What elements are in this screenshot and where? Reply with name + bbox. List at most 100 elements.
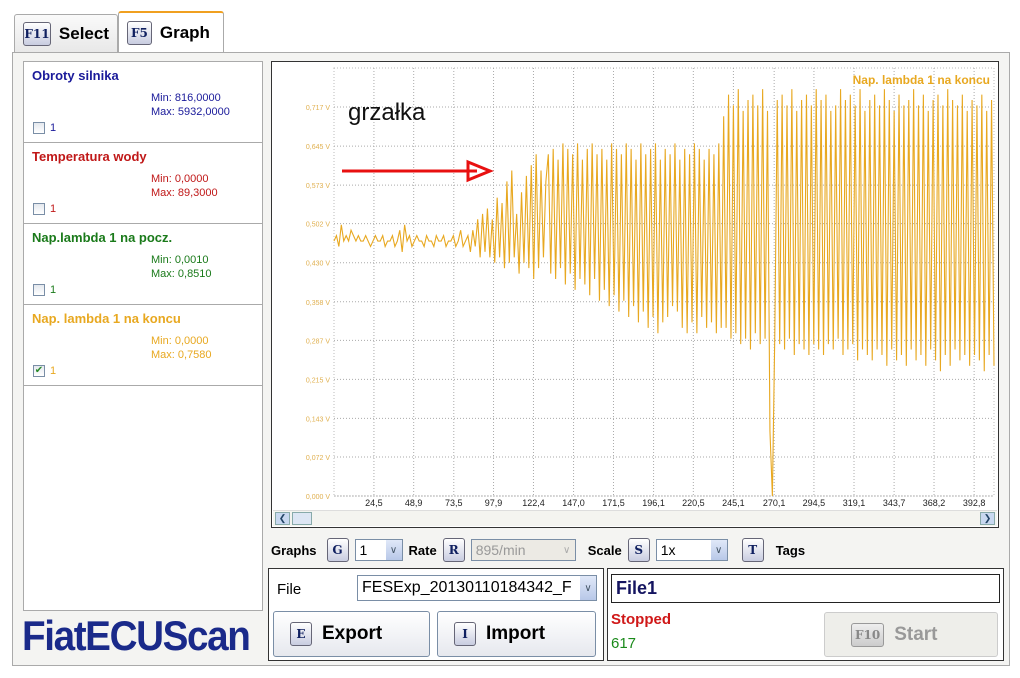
scroll-left-icon[interactable]: ❮ xyxy=(275,512,290,525)
scale-label: Scale xyxy=(587,542,622,558)
graphs-key[interactable]: G xyxy=(326,538,349,562)
signal-name: Nap. lambda 1 na koncu xyxy=(32,311,181,326)
status-state: Stopped xyxy=(611,611,671,628)
chart: 0,000 V 0,072 V 0,143 V 0,215 V 0,287 V 0,358… xyxy=(306,67,995,508)
signal-name: Nap.lambda 1 na pocz. xyxy=(32,230,173,245)
horizontal-scrollbar[interactable]: ❮ ❯ xyxy=(273,510,997,526)
signal-checkbox[interactable]: 1 xyxy=(33,284,56,296)
signal-max: Max: 5932,0000 xyxy=(151,106,230,118)
signal-name: Temperatura wody xyxy=(32,149,147,164)
scroll-right-icon[interactable]: ❯ xyxy=(980,512,995,525)
x-tick-label: 196,1 xyxy=(642,498,665,508)
import-label: Import xyxy=(486,623,546,644)
y-tick-label: 0,215 V xyxy=(306,377,330,384)
status-panel: File1 Stopped 617 F10 Start xyxy=(607,568,1004,661)
graph-panel: 0,000 V 0,072 V 0,143 V 0,215 V 0,287 V 0,358… xyxy=(271,61,999,528)
signal-item: Nap.lambda 1 na pocz. Min: 0,0010 Max: 0,… xyxy=(24,224,262,305)
tab-select[interactable]: F11 Select xyxy=(14,14,118,52)
import-key: I xyxy=(454,622,476,646)
y-tick-label: 0,000 V xyxy=(306,494,330,501)
signal-min: Min: 0,0000 xyxy=(151,173,209,185)
signal-max: Max: 0,7580 xyxy=(151,349,212,361)
rate-label: Rate xyxy=(408,542,437,558)
signal-checkbox[interactable]: 1 xyxy=(33,203,56,215)
signal-checkbox-label: 1 xyxy=(50,122,57,134)
rate-select[interactable]: 895/min ∨ xyxy=(470,539,576,561)
scale-select[interactable]: 1x ∨ xyxy=(655,539,728,561)
rate-key[interactable]: R xyxy=(442,538,465,562)
import-button[interactable]: I Import xyxy=(437,611,596,657)
y-tick-label: 0,287 V xyxy=(306,338,330,345)
x-tick-label: 97,9 xyxy=(485,498,503,508)
checkbox-icon[interactable] xyxy=(33,284,45,296)
x-tick-label: 294,5 xyxy=(803,498,826,508)
start-button[interactable]: F10 Start xyxy=(824,612,998,657)
signal-min: Min: 0,0010 xyxy=(151,254,209,266)
checkbox-icon[interactable] xyxy=(33,203,45,215)
y-tick-label: 0,430 V xyxy=(306,261,330,268)
signal-checkbox[interactable]: ✔ 1 xyxy=(33,365,56,377)
export-button[interactable]: E Export xyxy=(273,611,430,657)
start-key: F10 xyxy=(851,622,885,647)
signal-checkbox-label: 1 xyxy=(50,203,57,215)
x-tick-label: 368,2 xyxy=(923,498,946,508)
file-value: FESExp_20130110184342_F xyxy=(362,579,572,596)
scroll-thumb[interactable] xyxy=(292,512,312,525)
graphs-value: 1 xyxy=(359,542,368,558)
tags-label[interactable]: Tags xyxy=(776,543,805,558)
signal-checkbox-label: 1 xyxy=(50,284,57,296)
file-name-field[interactable]: File1 xyxy=(611,574,1000,603)
tab-select-label: Select xyxy=(58,23,109,43)
file-select[interactable]: FESExp_20130110184342_F ∨ xyxy=(357,575,597,601)
tab-graph-key: F5 xyxy=(127,21,152,45)
checkbox-icon[interactable] xyxy=(33,122,45,134)
y-tick-label: 0,143 V xyxy=(306,416,330,423)
graphs-label: Graphs xyxy=(271,542,317,558)
x-tick-label: 270,1 xyxy=(763,498,786,508)
signal-min: Min: 816,0000 xyxy=(151,92,221,104)
y-tick-label: 0,645 V xyxy=(306,144,330,151)
chevron-down-icon: ∨ xyxy=(385,540,402,560)
export-key: E xyxy=(290,622,312,646)
signal-checkbox-label: 1 xyxy=(50,365,57,377)
tab-select-key: F11 xyxy=(23,21,51,46)
chevron-down-icon: ∨ xyxy=(580,576,596,600)
file-panel: File FESExp_20130110184342_F ∨ E Export I… xyxy=(268,568,604,661)
x-tick-label: 24,5 xyxy=(365,498,383,508)
signal-item: Temperatura wody Min: 0,0000 Max: 89,3000… xyxy=(24,143,262,224)
signal-checkbox[interactable]: 1 xyxy=(33,122,56,134)
graph-controls: Graphs G 1 ∨ Rate R 895/min ∨ Scale S 1x ∨ … xyxy=(271,537,805,563)
tab-graph-label: Graph xyxy=(159,23,210,42)
fiatecuscan-logo: FiatECUScan xyxy=(22,612,251,659)
x-tick-label: 220,5 xyxy=(682,498,705,508)
y-tick-label: 0,573 V xyxy=(306,183,330,190)
signal-item: Obroty silnika Min: 816,0000 Max: 5932,00… xyxy=(24,62,262,143)
scale-value: 1x xyxy=(660,542,676,558)
rate-value: 895/min xyxy=(475,542,526,558)
x-tick-label: 171,5 xyxy=(602,498,625,508)
export-label: Export xyxy=(322,623,383,644)
signal-min: Min: 0,0000 xyxy=(151,335,209,347)
chevron-down-icon: ∨ xyxy=(558,540,575,560)
x-tick-label: 122,4 xyxy=(522,498,545,508)
signal-max: Max: 0,8510 xyxy=(151,268,212,280)
status-count: 617 xyxy=(611,635,637,652)
scale-key[interactable]: S xyxy=(627,538,650,562)
tags-key[interactable]: T xyxy=(741,538,764,562)
y-tick-label: 0,358 V xyxy=(306,300,330,307)
graphs-select[interactable]: 1 ∨ xyxy=(354,539,403,561)
x-tick-label: 48,9 xyxy=(405,498,423,508)
checkmark-icon[interactable]: ✔ xyxy=(33,365,45,377)
signal-item: Nap. lambda 1 na koncu Min: 0,0000 Max: 0… xyxy=(24,305,262,386)
plot-area xyxy=(333,67,995,497)
file-label: File xyxy=(277,581,302,598)
x-tick-label: 392,8 xyxy=(963,498,986,508)
signal-name: Obroty silnika xyxy=(32,68,119,83)
tab-graph[interactable]: F5 Graph xyxy=(118,11,224,53)
signal-max: Max: 89,3000 xyxy=(151,187,218,199)
y-tick-label: 0,502 V xyxy=(306,222,330,229)
annotation-text: grzałka xyxy=(348,99,426,126)
chart-legend: Nap. lambda 1 na koncu xyxy=(853,73,990,87)
x-tick-label: 147,0 xyxy=(562,498,585,508)
y-tick-label: 0,072 V xyxy=(306,455,330,462)
